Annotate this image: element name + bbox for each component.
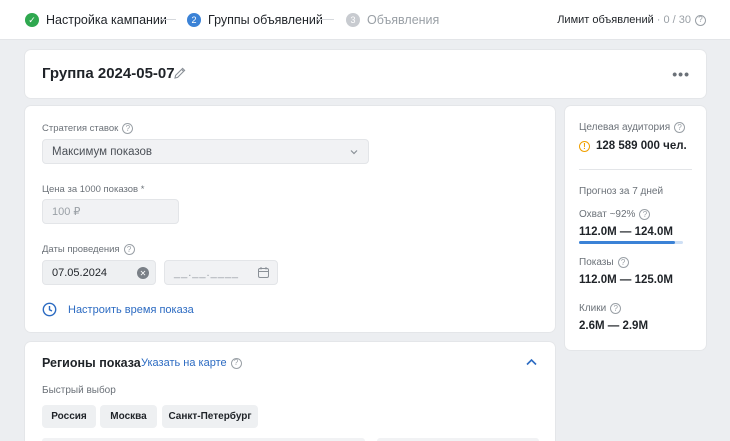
chevron-up-icon[interactable] xyxy=(526,358,537,366)
more-options-icon[interactable]: ••• xyxy=(672,66,690,82)
dates-label-text: Даты проведения xyxy=(42,244,120,255)
price-placeholder: 100 ₽ xyxy=(52,206,81,218)
limit-value: · 0 / 30 xyxy=(656,14,691,26)
help-icon[interactable]: ? xyxy=(122,123,134,134)
reach-label-text: Охват ~92% xyxy=(579,209,636,220)
step-label: Объявления xyxy=(367,13,440,27)
impressions-value: 112.0M — 125.0M xyxy=(579,274,673,286)
help-icon[interactable]: ? xyxy=(610,303,622,314)
forecast-label-text: Прогноз за 7 дней xyxy=(579,186,664,197)
price-input[interactable]: 100 ₽ xyxy=(42,199,179,224)
reach-value-text: 112.0M — 124.0M xyxy=(579,226,673,238)
calendar-icon[interactable] xyxy=(257,266,270,279)
step-label: Настройка кампании xyxy=(46,13,167,27)
warning-icon: ! xyxy=(579,140,590,152)
clicks-label: Клики ? xyxy=(579,303,622,314)
audience-label: Целевая аудитория ? xyxy=(579,122,686,133)
quick-select-label: Быстрый выбор xyxy=(42,385,116,396)
reach-value: 112.0M — 124.0M xyxy=(579,226,673,238)
group-title: Группа 2024-05-07 xyxy=(42,65,175,82)
stepper-bar: ✓ Настройка кампании 2 Группы объявлений… xyxy=(0,0,730,40)
step-campaign-settings[interactable]: ✓ Настройка кампании xyxy=(25,0,167,40)
chevron-down-icon xyxy=(350,150,358,155)
clock-icon xyxy=(42,302,57,317)
show-on-map-label: Указать на карте xyxy=(141,357,227,369)
help-icon[interactable]: ? xyxy=(617,257,629,268)
clicks-value: 2.6M — 2.9M xyxy=(579,320,648,332)
audience-label-text: Целевая аудитория xyxy=(579,122,671,133)
step-ad-groups[interactable]: 2 Группы объявлений xyxy=(187,0,323,40)
strategy-label: Стратегия ставок ? xyxy=(42,123,134,134)
strategy-select[interactable]: Максимум показов xyxy=(42,139,369,164)
regions-title: Регионы показа xyxy=(42,356,141,370)
show-on-map-link[interactable]: Указать на карте ? xyxy=(141,357,242,369)
strategy-value: Максимум показов xyxy=(52,145,153,158)
help-icon[interactable]: ? xyxy=(639,209,651,220)
step-divider xyxy=(159,19,176,20)
divider xyxy=(579,169,692,170)
step-label: Группы объявлений xyxy=(208,13,323,27)
audience-value-text: 128 589 000 чел. xyxy=(596,140,687,152)
impressions-value-text: 112.0M — 125.0M xyxy=(579,274,673,286)
pencil-icon[interactable] xyxy=(173,66,187,80)
step-number: 3 xyxy=(346,13,360,27)
date-start-value: 07.05.2024 xyxy=(52,266,108,279)
date-start-input[interactable]: 07.05.2024 ✕ xyxy=(42,260,156,285)
clear-icon[interactable]: ✕ xyxy=(137,267,149,279)
reach-label: Охват ~92% ? xyxy=(579,209,651,220)
audience-value: ! 128 589 000 чел. xyxy=(579,140,687,152)
step-ads[interactable]: 3 Объявления xyxy=(346,0,439,40)
bidding-form-card: Стратегия ставок ? Максимум показов Цена… xyxy=(25,106,555,332)
reach-progress-fill xyxy=(579,241,675,244)
forecast-card: Целевая аудитория ? ! 128 589 000 чел. П… xyxy=(565,106,706,350)
dates-label: Даты проведения ? xyxy=(42,244,135,255)
forecast-label: Прогноз за 7 дней xyxy=(579,186,663,197)
help-icon[interactable]: ? xyxy=(123,244,135,255)
region-chip-moscow[interactable]: Москва xyxy=(100,405,157,428)
check-icon: ✓ xyxy=(25,13,39,27)
price-label: Цена за 1000 показов * xyxy=(42,184,144,195)
clicks-value-text: 2.6M — 2.9M xyxy=(579,320,649,332)
regions-card: Регионы показа Указать на карте ? Быстры… xyxy=(25,342,555,441)
impressions-label-text: Показы xyxy=(579,257,614,268)
group-header-card: Группа 2024-05-07 ••• xyxy=(25,50,706,98)
help-icon[interactable]: ? xyxy=(230,357,242,369)
ads-limit: Лимит объявлений · 0 / 30 ? xyxy=(557,0,706,40)
configure-time-label: Настроить время показа xyxy=(68,303,194,316)
configure-time-link[interactable]: Настроить время показа xyxy=(42,302,194,317)
strategy-label-text: Стратегия ставок xyxy=(42,123,119,134)
reach-progress xyxy=(579,241,683,244)
help-icon[interactable]: ? xyxy=(674,122,686,133)
limit-label: Лимит объявлений xyxy=(557,14,654,26)
clicks-label-text: Клики xyxy=(579,303,607,314)
impressions-label: Показы ? xyxy=(579,257,629,268)
date-end-placeholder: __.__.____ xyxy=(174,266,240,279)
price-label-text: Цена за 1000 показов * xyxy=(42,184,145,195)
step-divider xyxy=(317,19,334,20)
region-chip-russia[interactable]: Россия xyxy=(42,405,96,428)
help-icon[interactable]: ? xyxy=(695,14,706,26)
region-chip-spb[interactable]: Санкт-Петербург xyxy=(162,405,258,428)
step-number: 2 xyxy=(187,13,201,27)
date-end-input[interactable]: __.__.____ xyxy=(164,260,278,285)
